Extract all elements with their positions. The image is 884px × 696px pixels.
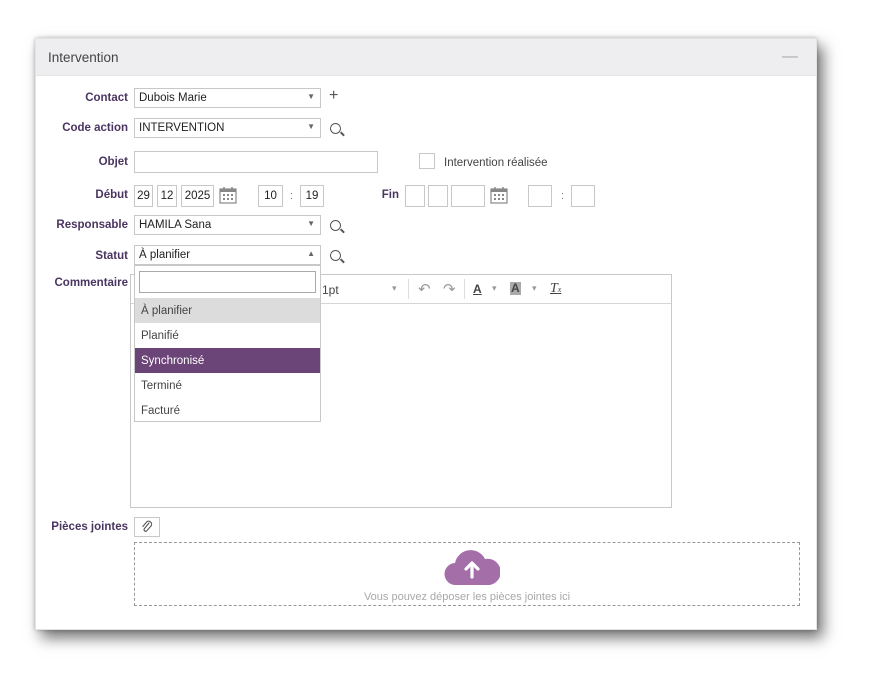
dropdown-option[interactable]: Planifié [135, 323, 320, 348]
chevron-down-icon: ▼ [307, 219, 315, 228]
search-icon[interactable] [330, 220, 344, 234]
redo-icon[interactable]: ↷ [443, 280, 456, 298]
statut-label: Statut [95, 250, 128, 262]
paperclip-icon [142, 520, 153, 532]
statut-select[interactable]: À planifier ▲ [134, 245, 321, 265]
time-separator: : [290, 190, 294, 202]
code-action-select[interactable]: INTERVENTION ▼ [134, 118, 321, 138]
dropdown-search-input[interactable] [139, 271, 316, 293]
attach-button[interactable] [134, 517, 160, 537]
contact-label: Contact [85, 92, 128, 104]
fin-month-input[interactable] [428, 185, 448, 207]
clear-format-glyph: T [550, 281, 558, 296]
search-icon[interactable] [330, 250, 344, 264]
objet-label: Objet [98, 156, 128, 168]
fin-day-input[interactable] [405, 185, 425, 207]
fin-minute-input[interactable] [571, 185, 595, 207]
time-separator: : [561, 190, 565, 202]
chevron-down-icon[interactable]: ▾ [532, 283, 537, 294]
dropdown-option[interactable]: Facturé [135, 398, 320, 423]
chevron-up-icon: ▲ [307, 249, 315, 258]
responsable-select[interactable]: HAMILA Sana ▼ [134, 215, 321, 235]
dropdown-option[interactable]: À planifier [135, 298, 320, 323]
fin-year-input[interactable] [451, 185, 485, 207]
code-action-value: INTERVENTION [139, 122, 225, 134]
pieces-jointes-label: Pièces jointes [51, 521, 128, 533]
chevron-down-icon: ▼ [307, 122, 315, 131]
debut-year-input[interactable]: 2025 [181, 185, 214, 207]
fin-hour-input[interactable] [528, 185, 552, 207]
contact-value: Dubois Marie [139, 92, 207, 104]
statut-value: À planifier [139, 249, 191, 261]
panel-header: Intervention — [36, 39, 816, 76]
responsable-value: HAMILA Sana [139, 219, 212, 231]
debut-month-input[interactable]: 12 [157, 185, 177, 207]
background-color-icon[interactable]: A [510, 282, 521, 295]
cloud-upload-icon [444, 550, 500, 586]
intervention-realisee-label: Intervention réalisée [444, 157, 548, 169]
panel-title: Intervention [48, 50, 119, 65]
clear-format-icon[interactable]: Tx [550, 281, 561, 297]
calendar-icon[interactable] [219, 186, 237, 204]
debut-label: Début [95, 189, 128, 201]
chevron-down-icon[interactable]: ▾ [392, 283, 397, 294]
contact-select[interactable]: Dubois Marie ▼ [134, 88, 321, 108]
code-action-label: Code action [62, 122, 128, 134]
undo-icon[interactable]: ↶ [418, 280, 431, 298]
statut-dropdown: À planifier Planifié Synchronisé Terminé… [134, 265, 321, 422]
collapse-button[interactable]: — [782, 48, 798, 66]
font-size-select[interactable]: 1pt [322, 283, 339, 297]
dropdown-option[interactable]: Terminé [135, 373, 320, 398]
responsable-label: Responsable [56, 219, 128, 231]
debut-minute-input[interactable]: 19 [300, 185, 324, 207]
calendar-icon[interactable] [490, 186, 508, 204]
chevron-down-icon: ▼ [307, 92, 315, 101]
search-icon[interactable] [330, 123, 344, 137]
fin-label: Fin [381, 189, 399, 201]
debut-hour-input[interactable]: 10 [258, 185, 283, 207]
debut-day-input[interactable]: 29 [134, 185, 153, 207]
toolbar-divider [464, 279, 465, 299]
chevron-down-icon[interactable]: ▾ [492, 283, 497, 294]
intervention-panel: Intervention — Contact Dubois Marie ▼ + … [35, 38, 817, 630]
commentaire-label: Commentaire [54, 277, 129, 289]
dropzone-text: Vous pouvez déposer les pièces jointes i… [363, 591, 571, 603]
clear-format-sub: x [557, 285, 562, 294]
intervention-realisee-checkbox[interactable] [419, 153, 435, 169]
add-contact-icon[interactable]: + [329, 88, 338, 104]
text-color-icon[interactable]: A [473, 282, 482, 296]
objet-input[interactable] [134, 151, 378, 173]
dropdown-option[interactable]: Synchronisé [135, 348, 320, 373]
attachment-dropzone[interactable]: Vous pouvez déposer les pièces jointes i… [134, 542, 800, 606]
toolbar-divider [408, 279, 409, 299]
